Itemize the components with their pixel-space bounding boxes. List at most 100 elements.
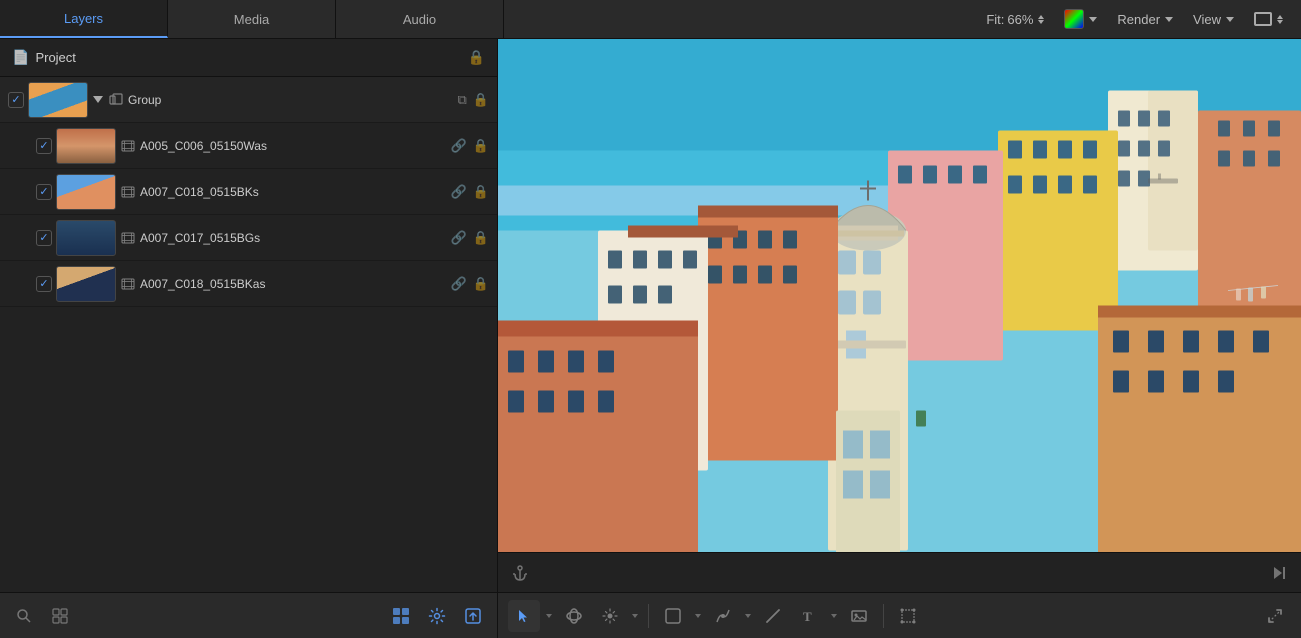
media-tool-button[interactable]	[843, 600, 875, 632]
fit-stepper-icon	[1038, 15, 1044, 24]
tab-media[interactable]: Media	[168, 0, 336, 38]
layer-group-copy-icon[interactable]: ⧉	[458, 92, 467, 108]
video-type-icon	[120, 138, 136, 154]
text-tool-button[interactable]: T	[793, 600, 825, 632]
grid-overlay-button[interactable]	[387, 602, 415, 630]
video-type-icon	[120, 276, 136, 292]
pen-tool-button[interactable]	[707, 600, 739, 632]
render-label: Render	[1117, 12, 1160, 27]
layer-icons-right: 🔗 🔒	[451, 184, 489, 200]
view-button[interactable]: View	[1187, 10, 1240, 29]
pan-tool-chevron[interactable]	[630, 605, 640, 627]
fit-value: 66%	[1007, 12, 1033, 27]
pan-tool-button[interactable]	[594, 600, 626, 632]
layer-row[interactable]: A007_C018_0515BKs 🔗 🔒	[0, 169, 497, 215]
tab-audio[interactable]: Audio	[336, 0, 504, 38]
export-button[interactable]	[459, 602, 487, 630]
layer-icons-right: 🔗 🔒	[451, 276, 489, 292]
orbit-tool-button[interactable]	[558, 600, 590, 632]
shape-tool-button[interactable]	[657, 600, 689, 632]
layer-link-icon[interactable]: 🔗	[451, 230, 467, 246]
select-tool-button[interactable]	[508, 600, 540, 632]
layer-link-icon[interactable]: 🔗	[451, 138, 467, 154]
layer-link-icon[interactable]: 🔗	[451, 184, 467, 200]
layer-icons-right: 🔗 🔒	[451, 230, 489, 246]
layer-name: A007_C018_0515BKas	[140, 277, 447, 291]
bottom-toolbar: T	[498, 592, 1301, 638]
render-chevron-icon	[1165, 17, 1173, 22]
search-button[interactable]	[10, 602, 38, 630]
layer-thumbnail	[56, 128, 116, 164]
layer-lock-icon[interactable]: 🔒	[473, 230, 489, 246]
layer-row[interactable]: Group ⧉ 🔒	[0, 77, 497, 123]
layer-visibility-checkbox[interactable]	[36, 138, 52, 154]
project-header: 📄 Project 🔒	[0, 39, 497, 77]
shape-tool-chevron[interactable]	[693, 605, 703, 627]
layer-name: Group	[128, 93, 454, 107]
line-tool-button[interactable]	[757, 600, 789, 632]
video-type-icon	[120, 230, 136, 246]
color-palette-button[interactable]	[1058, 7, 1103, 31]
layer-icons-right: 🔗 🔒	[451, 138, 489, 154]
main-content: 📄 Project 🔒 Group	[0, 39, 1301, 638]
layer-row[interactable]: A007_C017_0515BGs 🔗 🔒	[0, 215, 497, 261]
layer-lock-icon[interactable]: 🔒	[473, 138, 489, 154]
toolbar-separator-1	[648, 604, 649, 628]
layer-lock-icon[interactable]: 🔒	[473, 92, 489, 108]
view-chevron-icon	[1226, 17, 1234, 22]
monitor-stepper-icon	[1277, 15, 1283, 24]
monitor-icon	[1254, 12, 1272, 26]
preview-scene	[498, 39, 1301, 552]
layer-name: A007_C017_0515BGs	[140, 231, 447, 245]
tab-layers[interactable]: Layers	[0, 0, 168, 38]
preview-bottom-bar	[498, 552, 1301, 592]
expand-collapse-button[interactable]	[46, 602, 74, 630]
layer-row[interactable]: A005_C006_05150Was 🔗 🔒	[0, 123, 497, 169]
left-bottom-bar	[0, 592, 497, 638]
triangle-down-icon	[93, 96, 103, 103]
layer-link-icon[interactable]: 🔗	[451, 276, 467, 292]
layer-thumbnail	[56, 220, 116, 256]
settings-button[interactable]	[423, 602, 451, 630]
layer-name: A007_C018_0515BKs	[140, 185, 447, 199]
layer-row[interactable]: A007_C018_0515BKas 🔗 🔒	[0, 261, 497, 307]
layer-lock-icon[interactable]: 🔒	[473, 184, 489, 200]
monitor-button[interactable]	[1248, 10, 1289, 28]
project-document-icon: 📄	[12, 49, 29, 66]
video-type-icon	[120, 184, 136, 200]
color-chevron-icon	[1089, 17, 1097, 22]
layer-icons-right: ⧉ 🔒	[458, 92, 489, 108]
layer-lock-icon[interactable]: 🔒	[473, 276, 489, 292]
left-panel: 📄 Project 🔒 Group	[0, 39, 498, 638]
view-label: View	[1193, 12, 1221, 27]
preview-area[interactable]	[498, 39, 1301, 552]
text-tool-chevron[interactable]	[829, 605, 839, 627]
layer-thumbnail	[56, 266, 116, 302]
color-swatch-icon	[1064, 9, 1084, 29]
layer-expand-triangle[interactable]	[92, 94, 104, 106]
layer-visibility-checkbox[interactable]	[36, 276, 52, 292]
layer-visibility-checkbox[interactable]	[36, 230, 52, 246]
top-bar: Layers Media Audio Fit: 66% Render View	[0, 0, 1301, 39]
layers-list: Group ⧉ 🔒	[0, 77, 497, 592]
layer-visibility-checkbox[interactable]	[8, 92, 24, 108]
fit-control[interactable]: Fit: 66%	[980, 10, 1050, 29]
select-tool-chevron[interactable]	[544, 605, 554, 627]
svg-text:T: T	[803, 609, 812, 624]
pen-tool-chevron[interactable]	[743, 605, 753, 627]
anchor-tool-button[interactable]	[510, 563, 530, 583]
project-label: Project	[35, 50, 75, 65]
render-button[interactable]: Render	[1111, 10, 1179, 29]
resize-tool-button[interactable]	[1259, 600, 1291, 632]
layer-thumbnail	[28, 82, 88, 118]
group-type-icon	[108, 92, 124, 108]
toolbar-separator-2	[883, 604, 884, 628]
end-frame-button[interactable]	[1269, 563, 1289, 583]
transform-tool-button[interactable]	[892, 600, 924, 632]
fit-label: Fit:	[986, 12, 1004, 27]
top-spacer	[504, 0, 968, 38]
layer-visibility-checkbox[interactable]	[36, 184, 52, 200]
top-right-controls: Fit: 66% Render View	[968, 0, 1301, 38]
project-lock-icon[interactable]: 🔒	[468, 49, 485, 66]
layer-name: A005_C006_05150Was	[140, 139, 447, 153]
